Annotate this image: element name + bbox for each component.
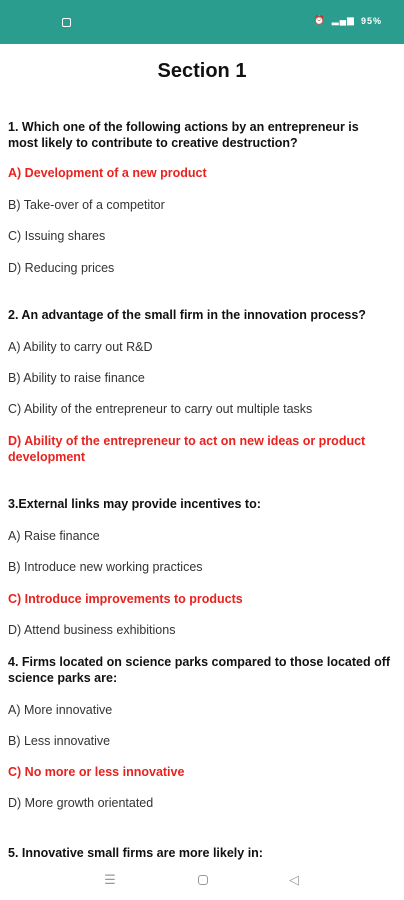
answer-option[interactable]: B) Take-over of a competitor (8, 197, 392, 213)
menu-icon[interactable]: ☰ (102, 872, 118, 888)
alarm-icon: ⏰ (313, 15, 326, 25)
question-text: 5. Innovative small firms are more likel… (8, 846, 263, 860)
home-icon[interactable] (195, 872, 211, 888)
answer-option[interactable]: C) No more or less innovative (8, 764, 392, 780)
question-text: 2. An advantage of the small firm in the… (8, 308, 366, 322)
page-title: Section 1 (157, 60, 247, 82)
signal-icon: ▂▄▆ (331, 15, 355, 25)
answer-option[interactable]: A) Ability to carry out R&D (8, 339, 392, 355)
status-icons: ⏰ ▂▄▆ 95% (314, 15, 382, 26)
answer-option[interactable]: A) More innovative (8, 702, 392, 718)
back-icon[interactable]: ◁ (286, 872, 302, 888)
app-notification-icon (62, 18, 71, 27)
answer-option[interactable]: D) Reducing prices (8, 260, 392, 276)
battery-level: 95% (360, 15, 382, 26)
answer-option[interactable]: C) Introduce improvements to products (8, 591, 392, 607)
question-text: 3.External links may provide incentives … (8, 497, 261, 511)
answer-option[interactable]: D) Attend business exhibitions (8, 622, 392, 638)
answer-option[interactable]: A) Raise finance (8, 528, 392, 544)
status-bar: ⏰ ▂▄▆ 95% (0, 0, 404, 44)
answer-option[interactable]: A) Development of a new product (8, 165, 392, 181)
answer-option[interactable]: C) Ability of the entrepreneur to carry … (8, 401, 392, 417)
question-text: 4. Firms located on science parks compar… (8, 655, 391, 685)
answer-option[interactable]: D) Ability of the entrepreneur to act on… (8, 433, 392, 465)
answer-option[interactable]: C) Issuing shares (8, 228, 392, 244)
answer-option[interactable]: B) Introduce new working practices (8, 559, 392, 575)
answer-option[interactable]: B) Less innovative (8, 733, 392, 749)
navigation-bar: ☰ ◁ (0, 862, 404, 900)
answer-option[interactable]: B) Ability to raise finance (8, 370, 392, 386)
question-text: 1. Which one of the following actions by… (8, 120, 359, 150)
answer-option[interactable]: D) More growth orientated (8, 795, 392, 811)
